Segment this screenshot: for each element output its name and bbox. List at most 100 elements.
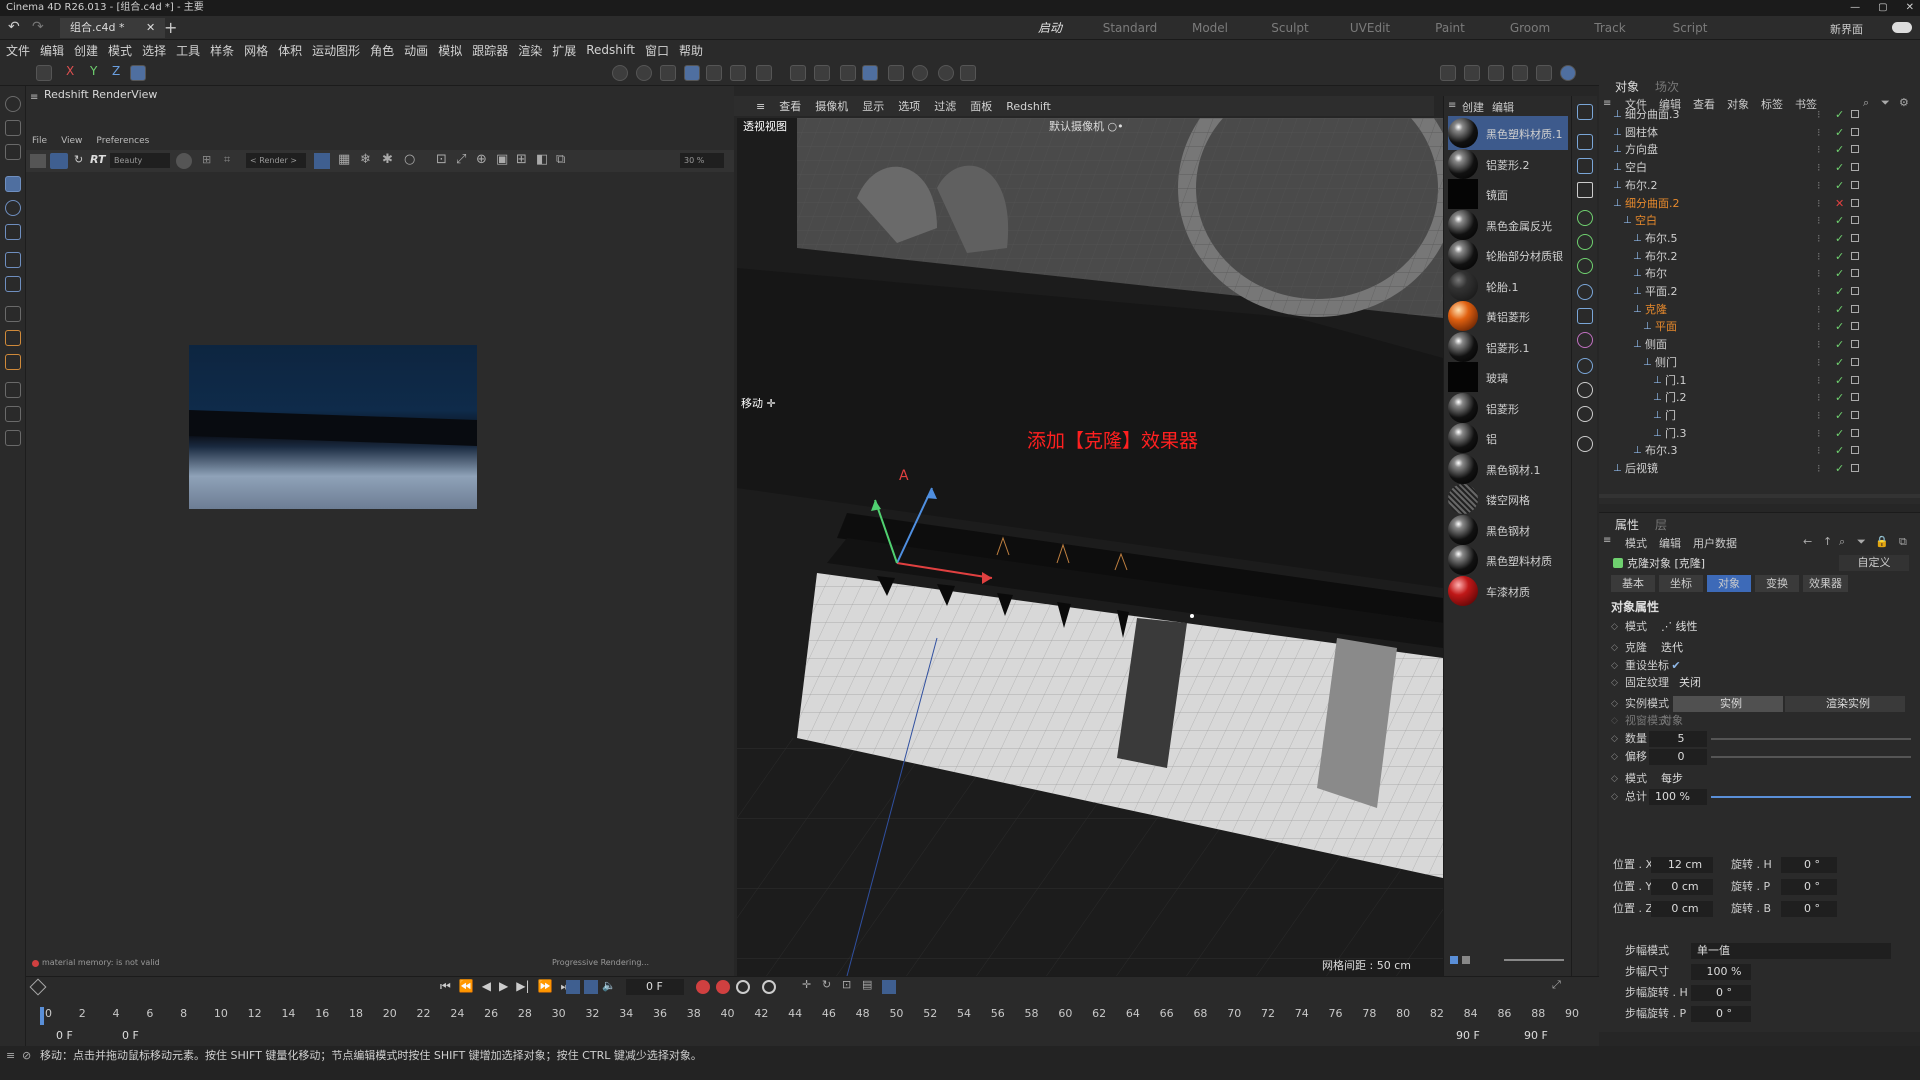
renderview-menu-item[interactable]: Preferences — [96, 136, 149, 146]
object-manager-icon[interactable] — [1577, 104, 1593, 120]
snap-icon[interactable] — [756, 65, 772, 81]
visibility-dots-icon[interactable]: ⁝ — [1817, 318, 1821, 335]
material-item[interactable]: 轮胎部分材质银 — [1448, 238, 1568, 272]
layout-tab[interactable]: UVEdit — [1330, 16, 1410, 42]
interface-toggle[interactable] — [1892, 22, 1912, 33]
redo-icon[interactable]: ↷ — [32, 19, 44, 35]
visibility-dots-icon[interactable]: ⁝ — [1817, 195, 1821, 212]
menu-item[interactable]: 文件 — [6, 42, 30, 59]
tag-icon[interactable] — [1851, 410, 1859, 419]
visibility-dots-icon[interactable]: ⁝ — [1817, 336, 1821, 353]
tag-icon[interactable] — [1851, 269, 1859, 278]
deformer-icon[interactable] — [1577, 284, 1593, 300]
tree-row[interactable]: ⊥ 侧门 ⁝ ✓ — [1599, 354, 1920, 371]
visibility-dots-icon[interactable]: ⁝ — [1817, 159, 1821, 176]
enabled-check-icon[interactable]: ✓ — [1835, 248, 1844, 265]
tree-row[interactable]: ⊥ 门.3 ⁝ ✓ — [1599, 425, 1920, 442]
property-field[interactable]: 0 — [1649, 749, 1707, 765]
tree-row[interactable]: ⊥ 平面 ⁝ ✓ — [1599, 318, 1920, 335]
move-key-icon[interactable]: ✛ — [802, 978, 811, 991]
axis-x-toggle[interactable]: X — [66, 64, 74, 78]
tag-icon[interactable] — [1851, 198, 1859, 207]
visibility-dots-icon[interactable]: ⁝ — [1817, 425, 1821, 442]
tag-icon[interactable] — [1851, 340, 1859, 349]
enabled-check-icon[interactable]: ✓ — [1835, 442, 1844, 459]
property-field[interactable]: 关闭 — [1673, 675, 1920, 691]
visibility-dots-icon[interactable]: ⁝ — [1817, 177, 1821, 194]
enabled-check-icon[interactable]: ✕ — [1835, 195, 1844, 212]
tag-icon[interactable] — [1851, 393, 1859, 402]
tree-row[interactable]: ⊥ 布尔.5 ⁝ ✓ — [1599, 230, 1920, 247]
menu-item[interactable]: 角色 — [370, 42, 394, 59]
motion-record-icon[interactable] — [762, 980, 776, 994]
tag-icon[interactable] — [1851, 180, 1859, 189]
axis-z-toggle[interactable]: Z — [112, 64, 120, 78]
keyframe-dot-icon[interactable]: ◇ — [1611, 673, 1618, 693]
enabled-check-icon[interactable]: ✓ — [1835, 283, 1844, 300]
visibility-dots-icon[interactable]: ⁝ — [1817, 141, 1821, 158]
view-grid-icon[interactable] — [1462, 956, 1470, 964]
menu-item[interactable]: 体积 — [278, 42, 302, 59]
step-field[interactable]: 单一值 — [1691, 943, 1891, 959]
tree-row[interactable]: ⊥ 布尔 ⁝ ✓ — [1599, 265, 1920, 282]
position-field[interactable]: 0 cm — [1651, 879, 1713, 895]
bevel-icon[interactable] — [5, 354, 21, 370]
step-field[interactable]: 100 % — [1691, 964, 1751, 980]
fps-icon[interactable] — [584, 980, 598, 994]
tag-icon[interactable] — [1851, 428, 1859, 437]
enabled-check-icon[interactable]: ✓ — [1835, 301, 1844, 318]
loop-icon[interactable] — [566, 980, 580, 994]
light-icon[interactable] — [1577, 382, 1593, 398]
prev-frame-icon[interactable]: ◀ — [482, 979, 491, 994]
auto-key-icon[interactable] — [716, 980, 730, 994]
render-region-icon[interactable] — [1488, 65, 1504, 81]
enabled-check-icon[interactable]: ✓ — [1835, 177, 1844, 194]
enabled-check-icon[interactable]: ✓ — [1835, 159, 1844, 176]
renderview-menu-item[interactable]: View — [61, 136, 82, 146]
circle-icon[interactable]: ○ — [404, 152, 415, 167]
render-view-icon[interactable] — [612, 65, 628, 81]
spline-icon[interactable] — [1577, 332, 1593, 348]
visibility-dots-icon[interactable]: ⁝ — [1817, 354, 1821, 371]
enabled-check-icon[interactable]: ✓ — [1835, 372, 1844, 389]
paint-icon[interactable] — [5, 406, 21, 422]
material-item[interactable]: 铝菱形.1 — [1448, 330, 1568, 364]
property-field[interactable]: 100 % — [1649, 789, 1707, 805]
property-field[interactable]: 5 — [1649, 731, 1707, 747]
close-button[interactable]: ✕ — [1906, 0, 1914, 16]
tree-row[interactable]: ⊥ 细分曲面.2 ⁝ ✕ — [1599, 195, 1920, 212]
tag-icon[interactable] — [1851, 233, 1859, 242]
step-field[interactable]: 0 ° — [1691, 985, 1751, 1001]
search-icon[interactable]: ⌕ — [1839, 535, 1845, 549]
property-field-alt[interactable]: 渲染实例 — [1785, 696, 1905, 712]
tree-row[interactable]: ⊥ 门 ⁝ ✓ — [1599, 407, 1920, 424]
new-window-icon[interactable]: ⧉ — [1899, 535, 1907, 549]
enabled-check-icon[interactable]: ✓ — [1835, 106, 1844, 123]
settings-icon[interactable]: ✱ — [382, 152, 393, 167]
material-item[interactable]: 玻璃 — [1448, 360, 1568, 394]
render-queue-icon[interactable] — [1536, 65, 1552, 81]
start-preview-frame[interactable]: 0 F — [122, 1029, 139, 1042]
viewport-menu-item[interactable]: 查看 — [779, 98, 801, 114]
position-field[interactable]: 12 cm — [1651, 857, 1713, 873]
tree-row[interactable]: ⊥ 布尔.3 ⁝ ✓ — [1599, 442, 1920, 459]
snowflake-icon[interactable]: ❄ — [360, 152, 371, 167]
polygon-mode-icon[interactable] — [684, 65, 700, 81]
floor-icon[interactable] — [1577, 406, 1593, 422]
clapper-icon[interactable] — [30, 154, 46, 168]
viewport-menu-item[interactable]: 显示 — [862, 98, 884, 114]
position-field[interactable]: 0 cm — [1651, 901, 1713, 917]
menu-item[interactable]: 网格 — [244, 42, 268, 59]
attribute-subtab[interactable]: 变换 — [1755, 575, 1799, 592]
tree-row[interactable]: ⊥ 圆柱体 ⁝ ✓ — [1599, 124, 1920, 141]
menu-item[interactable]: 模拟 — [438, 42, 462, 59]
goto-start-icon[interactable]: ⏮ — [440, 979, 451, 994]
layout-tab[interactable]: Track — [1570, 16, 1650, 42]
custom-preset-button[interactable]: 自定义 — [1839, 555, 1909, 571]
enabled-check-icon[interactable]: ✓ — [1835, 230, 1844, 247]
keyframe-icon[interactable] — [29, 978, 47, 996]
copy-icon[interactable]: ⧉ — [556, 152, 565, 167]
layout-tab[interactable]: Paint — [1410, 16, 1490, 42]
enabled-check-icon[interactable]: ✓ — [1835, 212, 1844, 229]
next-frame-icon[interactable]: ▶| — [516, 979, 529, 994]
